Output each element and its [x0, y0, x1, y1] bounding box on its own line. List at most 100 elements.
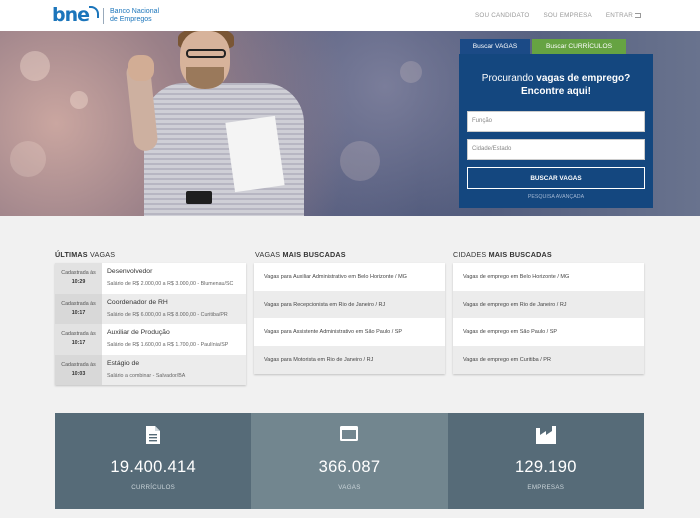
stat-value: 129.190 [514, 458, 577, 476]
logo-wordmark: bne [52, 4, 90, 26]
ultimas-title-rest: VAGAS [87, 250, 116, 259]
stat-label: CURRÍCULOS [131, 484, 176, 491]
stat-label: EMPRESAS [527, 484, 565, 491]
factory-icon [535, 426, 556, 444]
nav-entrar[interactable]: ENTRAR [606, 12, 641, 19]
list-item[interactable]: Vagas de emprego em Rio de Janeiro / RJ [453, 290, 644, 319]
browser-window-icon [340, 426, 359, 441]
list-item[interactable]: Vagas para Recepcionista em Rio de Janei… [254, 290, 445, 319]
list-item[interactable]: Vagas para Assistente Administrativo em … [254, 318, 445, 347]
stat-value: 366.087 [318, 458, 381, 476]
job-title: Coordenador de RH [107, 298, 168, 306]
bokeh-light [340, 141, 380, 181]
brand-name: Banco Nacional de Empregos [110, 8, 159, 24]
job-date: Cadastrada às 10:03 [55, 354, 102, 385]
login-icon [635, 13, 641, 18]
job-time: 10:29 [71, 279, 86, 285]
person-folder [225, 115, 285, 193]
job-time: 10:03 [71, 370, 86, 377]
job-salary: Salário a combinar - Salvador/BA [107, 372, 186, 379]
mais-title-bold: MAIS BUSCADAS [282, 250, 346, 259]
list-item[interactable]: Vagas de emprego em Curitiba / PR [453, 346, 644, 374]
top-nav: SOU CANDIDATO SOU EMPRESA ENTRAR [475, 12, 641, 19]
job-salary: Salário de R$ 2.000,00 a R$ 3.000,00 - B… [107, 281, 234, 287]
job-info: Desenvolvedor Salário de R$ 2.000,00 a R$… [102, 263, 233, 294]
job-date-label: Cadastrada às [61, 270, 96, 276]
cidades-title-pre: CIDADES [453, 250, 489, 259]
bokeh-light [70, 91, 88, 109]
stats-bar: 19.400.414 CURRÍCULOS 366.087 VAGAS 129.… [55, 413, 644, 509]
search-panel: Procurando vagas de emprego? Encontre aq… [459, 54, 653, 208]
job-info: Estágio de Salário a combinar - Salvador/… [102, 355, 185, 386]
job-date-label: Cadastrada às [61, 331, 96, 337]
vagas-mais-buscadas-list: Vagas para Auxiliar Administrativo em Be… [254, 263, 445, 374]
job-time: 10:17 [71, 309, 86, 316]
logo-divider [103, 7, 105, 24]
nav-sou-candidato[interactable]: SOU CANDIDATO [475, 12, 530, 19]
document-icon [146, 426, 161, 444]
stat-label: VAGAS [338, 484, 361, 491]
buscar-vagas-button[interactable]: BUSCAR VAGAS [467, 167, 645, 189]
cidades-mais-buscadas-list: Vagas de emprego em Belo Horizonte / MG … [453, 263, 644, 374]
person-beard [186, 67, 224, 89]
job-title: Desenvolvedor [107, 268, 153, 275]
job-item[interactable]: Cadastrada às 10:17 Auxiliar de Produção S… [55, 324, 246, 355]
funcao-input[interactable]: Função [467, 111, 645, 132]
ultimas-title-bold: ÚLTIMAS [55, 250, 88, 259]
person-shirt [144, 83, 304, 216]
search-title-line2: Encontre aqui! [520, 86, 591, 97]
bokeh-light [20, 51, 50, 81]
mais-title-pre: VAGAS [255, 250, 283, 259]
nav-entrar-label: ENTRAR [605, 12, 633, 19]
job-info: Auxiliar de Produção Salário de R$ 1.600,… [102, 324, 228, 355]
search-tabs: Buscar VAGAS Buscar CURRÍCULOS [460, 39, 626, 54]
person-glasses [186, 49, 226, 58]
nav-sou-empresa[interactable]: SOU EMPRESA [544, 12, 592, 19]
hero-photo-person [125, 31, 310, 216]
stat-vagas: 366.087 VAGAS [251, 413, 448, 509]
list-item[interactable]: Vagas de emprego em Belo Horizonte / MG [453, 263, 644, 291]
tab-buscar-curriculos[interactable]: Buscar CURRÍCULOS [532, 39, 626, 54]
list-item[interactable]: Vagas para Motorista em Rio de Janeiro /… [254, 346, 445, 374]
job-salary: Salário de R$ 1.600,00 a R$ 1.700,00 - P… [107, 342, 229, 348]
job-title: Auxiliar de Produção [107, 329, 170, 336]
logo-mark: bne [52, 4, 100, 26]
list-item[interactable]: Vagas de emprego em São Paulo / SP [453, 318, 644, 347]
job-date-label: Cadastrada às [61, 300, 96, 307]
search-title: Procurando vagas de emprego? Encontre aq… [459, 72, 653, 98]
vagas-mais-buscadas-title: VAGAS MAIS BUSCADAS [255, 250, 346, 259]
person-fist [128, 55, 154, 81]
cidades-title-bold: MAIS BUSCADAS [488, 250, 552, 259]
brand-line-2: de Empregos [110, 15, 152, 23]
person-phone [186, 191, 212, 204]
search-title-pre: Procurando [481, 73, 537, 84]
logo[interactable]: bne Banco Nacional de Empregos [52, 6, 159, 25]
stat-empresas: 129.190 EMPRESAS [447, 413, 644, 509]
bokeh-light [400, 61, 422, 83]
ultimas-vagas-list: Cadastrada às 10:29 Desenvolvedor Salário … [55, 263, 246, 385]
job-item[interactable]: Cadastrada às 10:03 Estágio de Salário a c… [55, 354, 246, 386]
list-item[interactable]: Vagas para Auxiliar Administrativo em Be… [254, 263, 445, 291]
stat-curriculos: 19.400.414 CURRÍCULOS [55, 413, 252, 509]
logo-arc-icon [89, 6, 100, 18]
pesquisa-avancada-link[interactable]: PESQUISA AVANÇADA [459, 194, 653, 200]
job-date: Cadastrada às 10:17 [55, 293, 102, 324]
job-title: Estágio de [107, 359, 140, 367]
site-header: bne Banco Nacional de Empregos SOU CANDI… [0, 0, 700, 31]
job-date: Cadastrada às 10:17 [55, 324, 102, 355]
cidades-mais-buscadas-title: CIDADES MAIS BUSCADAS [453, 250, 552, 259]
brand-line-1: Banco Nacional [110, 7, 160, 15]
job-date: Cadastrada às 10:29 [55, 263, 102, 294]
job-date-label: Cadastrada às [61, 361, 96, 368]
job-info: Coordenador de RH Salário de R$ 6.000,00 … [102, 294, 228, 325]
search-title-bold: vagas de emprego? [536, 73, 631, 84]
job-item[interactable]: Cadastrada às 10:17 Coordenador de RH Salá… [55, 293, 246, 325]
ultimas-vagas-title: ÚLTIMAS VAGAS [55, 250, 115, 259]
job-time: 10:17 [71, 340, 86, 346]
job-salary: Salário de R$ 6.000,00 a R$ 8.000,00 - C… [107, 311, 228, 318]
tab-buscar-vagas[interactable]: Buscar VAGAS [460, 39, 530, 54]
bokeh-light [10, 141, 46, 177]
job-item[interactable]: Cadastrada às 10:29 Desenvolvedor Salário … [55, 263, 246, 294]
stat-value: 19.400.414 [110, 458, 196, 476]
cidade-input[interactable]: Cidade/Estado [467, 139, 645, 160]
